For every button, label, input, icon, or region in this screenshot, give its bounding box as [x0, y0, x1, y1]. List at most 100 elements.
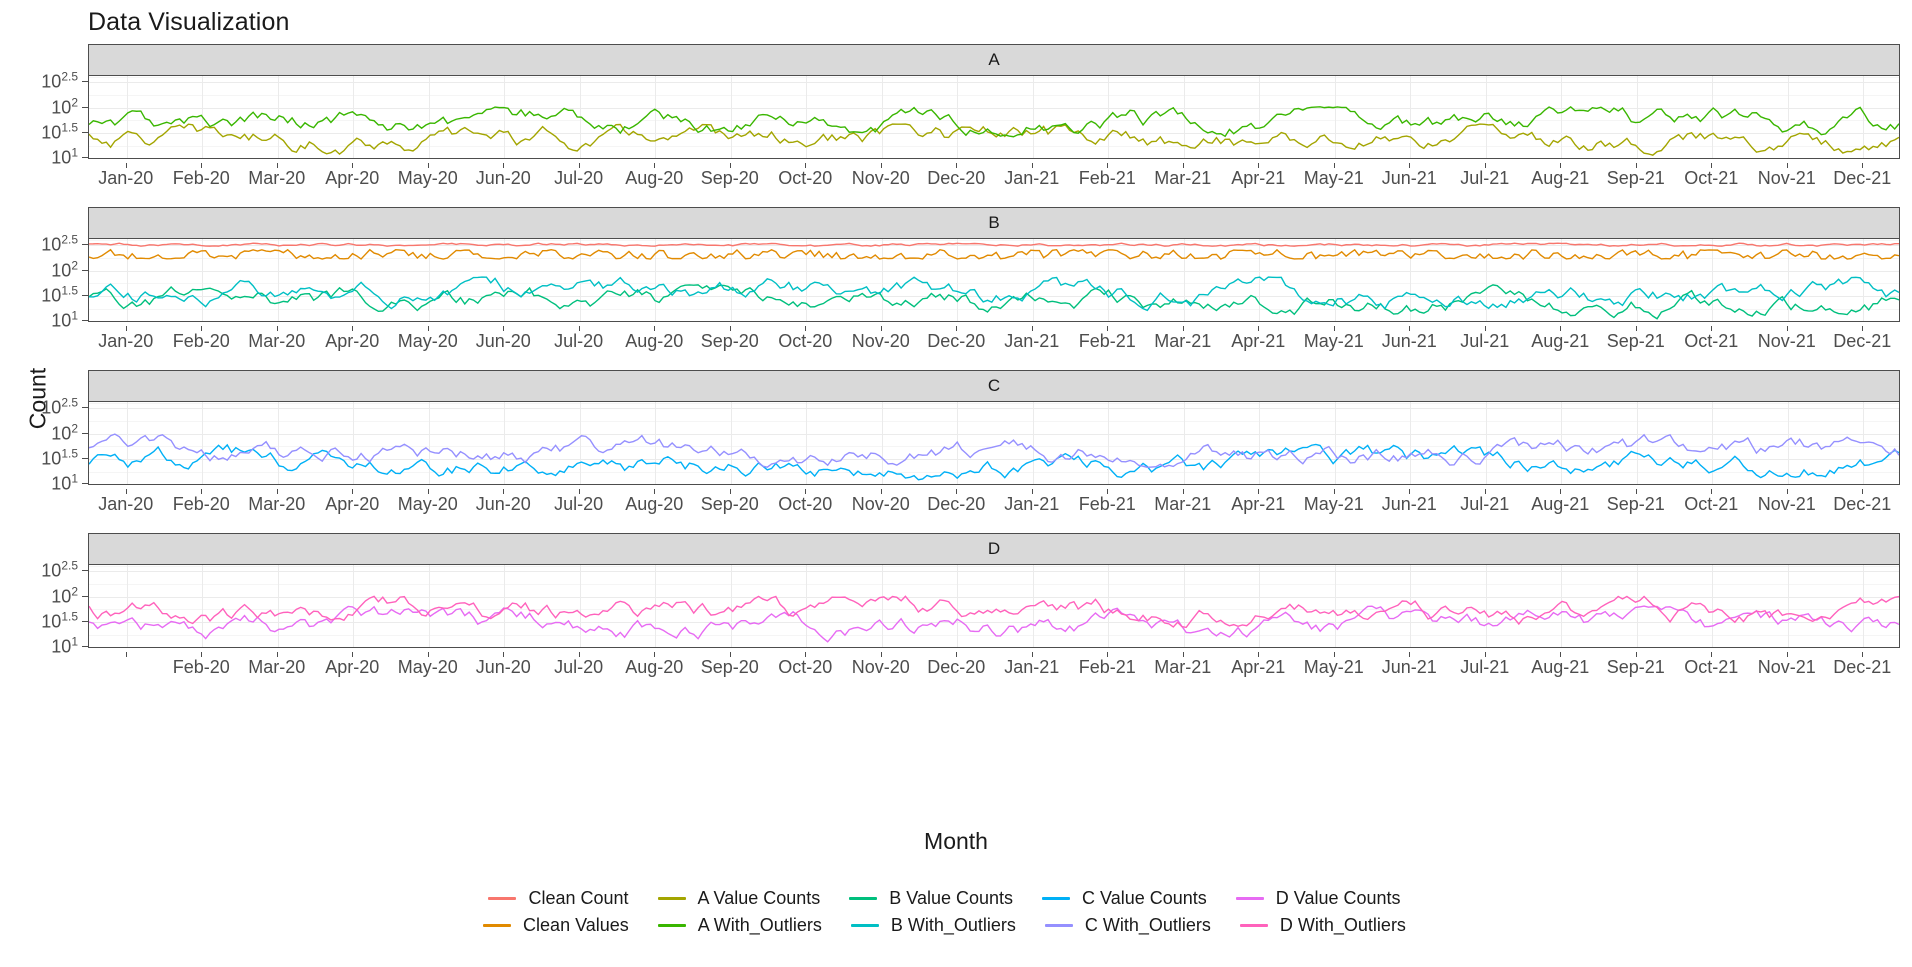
x-axis-tick-label: Oct-20: [778, 168, 833, 188]
legend-item[interactable]: C With_Outliers: [1042, 915, 1237, 936]
legend-item[interactable]: Clean Values: [480, 915, 655, 936]
x-axis-tick-label: Jul-21: [1460, 494, 1510, 514]
y-axis-tick-mark: [82, 620, 88, 622]
x-axis-tick-label: Jun-21: [1381, 168, 1437, 188]
x-axis-tick-label: Aug-20: [625, 657, 684, 677]
legend-item-label: A With_Outliers: [697, 915, 822, 935]
x-axis-tick-label: Nov-20: [851, 494, 910, 514]
series-layer: [89, 76, 1899, 158]
x-axis-tick-label: Jun-21: [1381, 657, 1437, 677]
legend-key-swatch-icon: [480, 917, 514, 935]
gridline-horizontal: [89, 158, 1899, 159]
x-axis-tick-label: Jan-21: [1004, 331, 1060, 351]
x-axis-tick-label: Feb-21: [1078, 331, 1136, 351]
x-axis-tick-label: Oct-21: [1684, 168, 1739, 188]
y-axis-tick-mark: [82, 570, 88, 572]
legend-item[interactable]: Clean Count: [485, 888, 654, 909]
x-axis-tick-label: Dec-20: [927, 494, 986, 514]
x-axis-tick-label: Jan-20: [98, 168, 154, 188]
legend-key-swatch-icon: [655, 890, 689, 908]
x-axis-tick-label: Aug-21: [1531, 331, 1590, 351]
chart-legend: Clean Count A Value Counts B Value Counts C…: [0, 888, 1912, 936]
series-line: [89, 596, 1899, 627]
y-axis-tick-mark: [82, 407, 88, 409]
x-axis-tick-label: Mar-20: [248, 331, 306, 351]
x-axis-tick-label: Mar-21: [1154, 494, 1212, 514]
x-axis-tick-label: May-20: [397, 168, 458, 188]
x-axis-c: Jan-20 Feb-20 Mar-20 Apr-20 May-20 Jun-20 Jul-…: [88, 489, 1900, 519]
x-axis-tick-label: Jul-21: [1460, 331, 1510, 351]
y-axis-tick-label: 101: [51, 471, 78, 494]
legend-item-label: D Value Counts: [1275, 888, 1401, 908]
legend-item[interactable]: B Value Counts: [846, 888, 1039, 909]
x-axis-tick-label: Jun-20: [475, 331, 531, 351]
series-line: [89, 243, 1899, 246]
x-axis-tick-label: Dec-21: [1833, 331, 1892, 351]
x-axis-tick-label: Sep-20: [700, 168, 759, 188]
x-axis-tick-label: Nov-21: [1757, 168, 1816, 188]
series-line: [89, 434, 1899, 467]
x-axis-tick-label: Apr-21: [1231, 494, 1286, 514]
x-axis-tick-label: May-21: [1303, 494, 1364, 514]
x-axis-tick-label: Jul-20: [554, 168, 604, 188]
x-axis-tick-label: Nov-20: [851, 168, 910, 188]
x-axis-tick-label: Jan-21: [1004, 168, 1060, 188]
legend-item[interactable]: A With_Outliers: [655, 915, 848, 936]
gridline-horizontal: [89, 484, 1899, 485]
y-axis-tick-label: 101.5: [41, 283, 78, 306]
legend-key-swatch-icon: [846, 890, 880, 908]
legend-item[interactable]: D Value Counts: [1233, 888, 1427, 909]
x-axis-tick-label: Oct-20: [778, 494, 833, 514]
x-axis-tick-label: Feb-20: [172, 168, 230, 188]
chart-root: Data Visualization Count Month A Jan-20 F…: [0, 0, 1912, 967]
x-axis-d: Feb-20 Mar-20 Apr-20 May-20 Jun-20 Jul-20 Aug-…: [88, 652, 1900, 682]
facet-strip-a: A: [88, 44, 1900, 75]
legend-key-swatch-icon: [1039, 890, 1073, 908]
x-axis-tick-label: May-21: [1303, 331, 1364, 351]
legend-key-swatch-icon: [1233, 890, 1267, 908]
y-axis-tick-label: 101.5: [41, 120, 78, 143]
facet-panel-b: B: [88, 207, 1900, 322]
x-axis-tick-label: May-20: [397, 494, 458, 514]
x-axis-tick-label: Oct-21: [1684, 657, 1739, 677]
legend-key-swatch-icon: [848, 917, 882, 935]
x-axis-tick-label: Dec-20: [927, 331, 986, 351]
gridline-horizontal: [89, 647, 1899, 648]
x-axis-tick-label: Mar-20: [248, 657, 306, 677]
x-axis-tick-label: Aug-20: [625, 331, 684, 351]
plot-area-d: [88, 564, 1900, 648]
y-axis-tick-label: 102: [51, 584, 78, 606]
legend-item[interactable]: B With_Outliers: [848, 915, 1042, 936]
series-layer: [89, 402, 1899, 484]
x-axis-tick-label: Aug-21: [1531, 494, 1590, 514]
x-axis-tick-label: Oct-21: [1684, 331, 1739, 351]
y-axis-tick-label: 102.5: [41, 558, 78, 581]
x-axis-tick-label: Apr-21: [1231, 657, 1286, 677]
x-axis-tick-label: Oct-20: [778, 331, 833, 351]
y-axis-tick-mark: [82, 294, 88, 296]
x-axis-tick-label: Apr-20: [325, 657, 380, 677]
x-axis-tick-label: Jul-20: [554, 494, 604, 514]
x-axis-tick-label: Nov-21: [1757, 331, 1816, 351]
y-axis-tick-label: 102.5: [41, 232, 78, 255]
legend-item[interactable]: D With_Outliers: [1237, 915, 1432, 936]
x-axis-tick-label: Aug-21: [1531, 168, 1590, 188]
legend-item[interactable]: A Value Counts: [655, 888, 847, 909]
legend-item[interactable]: C Value Counts: [1039, 888, 1233, 909]
x-axis-tick-label: Jul-21: [1460, 168, 1510, 188]
x-axis-tick-label: Jun-20: [475, 168, 531, 188]
x-axis-tick-label: Mar-20: [248, 494, 306, 514]
series-line: [89, 277, 1899, 310]
x-axis-tick-label: Jul-20: [554, 331, 604, 351]
y-axis-tick-mark: [82, 269, 88, 271]
x-axis-tick-label: Sep-20: [700, 657, 759, 677]
y-axis-tick-mark: [82, 81, 88, 83]
x-axis-tick-label: Mar-20: [248, 168, 306, 188]
x-axis-tick-label: Feb-20: [172, 331, 230, 351]
x-axis-tick-label: Aug-20: [625, 168, 684, 188]
x-axis-tick-label: Jul-20: [554, 657, 604, 677]
x-axis-tick-label: Apr-21: [1231, 331, 1286, 351]
x-axis-tick-label: Apr-20: [325, 331, 380, 351]
x-axis-tick-label: Mar-21: [1154, 168, 1212, 188]
x-axis-tick-label: Jan-21: [1004, 494, 1060, 514]
